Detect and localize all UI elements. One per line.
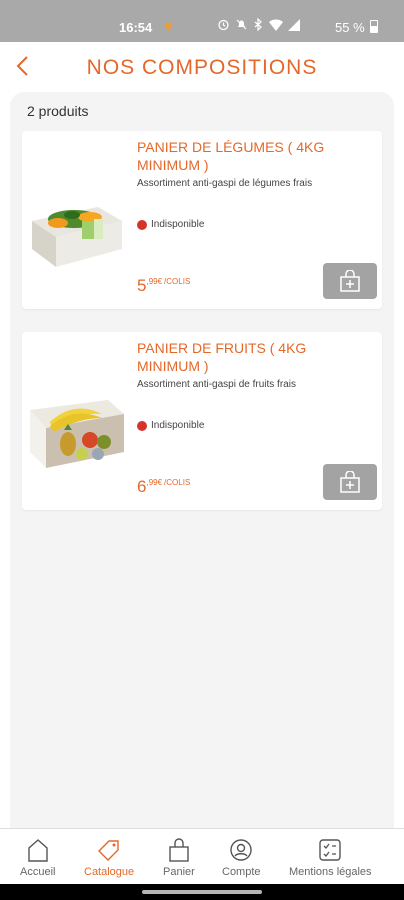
alarm-icon bbox=[218, 19, 229, 31]
nav-item-mentions-legales[interactable]: Mentions légales bbox=[289, 837, 372, 878]
wifi-icon bbox=[269, 18, 283, 31]
add-to-cart-button[interactable] bbox=[323, 263, 377, 299]
availability-label: Indisponible bbox=[151, 420, 205, 431]
product-price: 6,99€/COLIS bbox=[137, 477, 190, 497]
price-unit: /COLIS bbox=[164, 478, 191, 487]
unavailable-dot-icon bbox=[137, 219, 147, 230]
product-card-vegetables[interactable]: PANIER DE LÉGUMES ( 4KG MINIMUM ) Assort… bbox=[22, 131, 382, 309]
nav-label: Mentions légales bbox=[289, 866, 372, 878]
add-bag-icon bbox=[340, 270, 360, 292]
availability-status: Indisponible bbox=[137, 219, 204, 230]
product-title[interactable]: PANIER DE LÉGUMES ( 4KG MINIMUM ) bbox=[137, 138, 372, 174]
status-icons bbox=[217, 18, 300, 31]
product-title[interactable]: PANIER DE FRUITS ( 4KG MINIMUM ) bbox=[137, 339, 372, 375]
system-nav-bar bbox=[0, 884, 404, 900]
heart-icon: ♥ bbox=[164, 18, 173, 35]
availability-status: Indisponible bbox=[137, 420, 204, 431]
status-time: 16:54 bbox=[119, 20, 153, 35]
price-decimal: ,99€ bbox=[146, 277, 163, 286]
nav-item-panier[interactable]: Panier bbox=[163, 837, 195, 878]
battery-icon bbox=[370, 20, 378, 33]
signal-icon bbox=[288, 18, 300, 31]
nav-label: Catalogue bbox=[84, 866, 135, 878]
nav-label: Accueil bbox=[20, 866, 56, 878]
home-indicator[interactable] bbox=[142, 890, 262, 894]
product-count: 2 produits bbox=[27, 103, 89, 119]
home-icon bbox=[28, 839, 48, 862]
tag-icon bbox=[98, 840, 119, 861]
status-bar: 16:54 ♥ 55 % bbox=[0, 0, 404, 42]
price-decimal: ,99€ bbox=[146, 478, 163, 487]
vegetable-box-image bbox=[32, 207, 122, 267]
unavailable-dot-icon bbox=[137, 420, 147, 431]
product-description: Assortiment anti-gaspi de fruits frais bbox=[137, 379, 296, 390]
fruit-box-image bbox=[30, 400, 124, 468]
bag-icon bbox=[169, 838, 189, 862]
checklist-icon bbox=[319, 839, 341, 861]
bluetooth-icon bbox=[254, 18, 262, 31]
product-description: Assortiment anti-gaspi de légumes frais bbox=[137, 178, 313, 189]
page-title: NOS COMPOSITIONS bbox=[86, 56, 318, 79]
product-card-fruits[interactable]: PANIER DE FRUITS ( 4KG MINIMUM ) Assorti… bbox=[22, 332, 382, 510]
add-bag-icon bbox=[340, 471, 360, 493]
nav-label: Compte bbox=[222, 866, 261, 878]
catalog-list: 2 produits PANIER DE LÉGUMES ( 4KG MINIM… bbox=[10, 92, 394, 828]
bottom-nav: Accueil Catalogue Panier Compte Mentions… bbox=[0, 828, 404, 884]
availability-label: Indisponible bbox=[151, 219, 205, 230]
battery-text: 55 % bbox=[335, 20, 365, 35]
account-icon bbox=[230, 839, 252, 861]
add-to-cart-button[interactable] bbox=[323, 464, 377, 500]
nav-item-catalogue[interactable]: Catalogue bbox=[84, 837, 134, 878]
price-unit: /COLIS bbox=[164, 277, 191, 286]
nav-item-accueil[interactable]: Accueil bbox=[20, 837, 55, 878]
header: NOS COMPOSITIONS bbox=[0, 42, 404, 92]
mute-icon bbox=[236, 19, 247, 30]
product-price: 5,99€/COLIS bbox=[137, 276, 190, 296]
nav-item-compte[interactable]: Compte bbox=[222, 837, 261, 878]
nav-label: Panier bbox=[163, 866, 195, 878]
